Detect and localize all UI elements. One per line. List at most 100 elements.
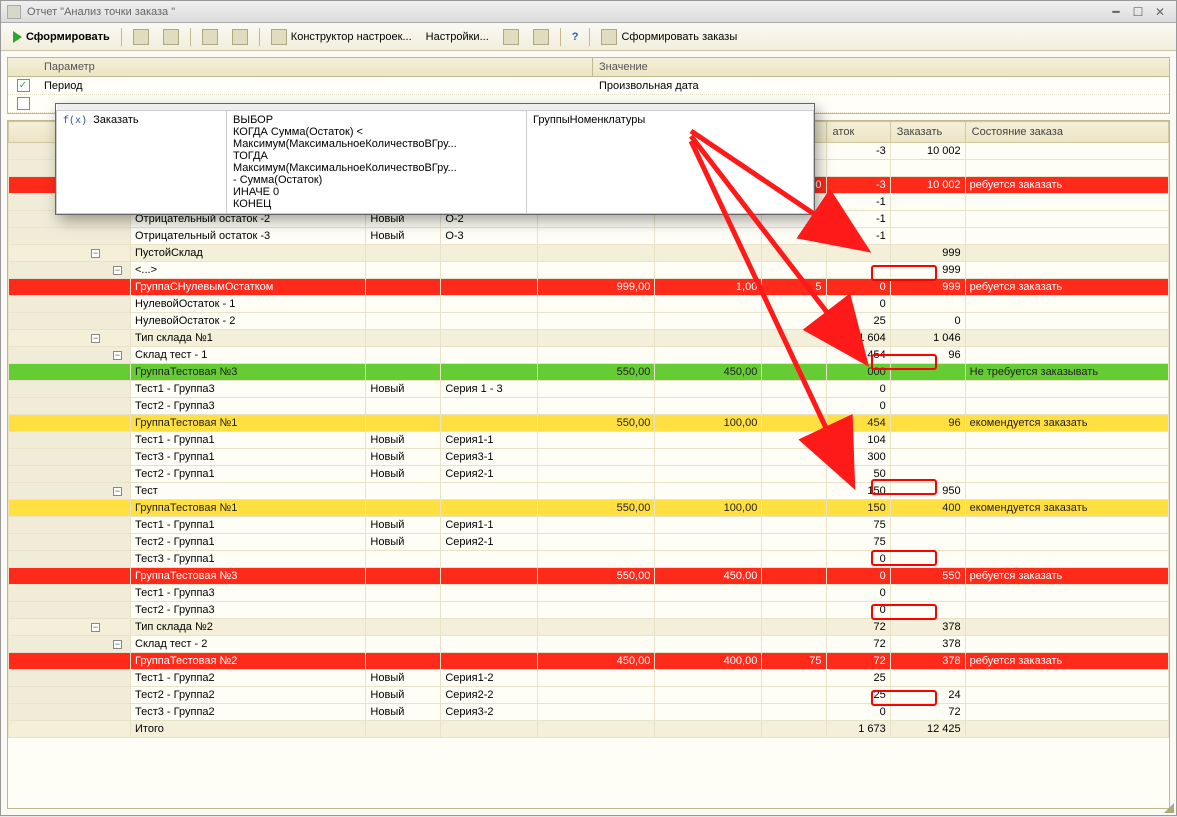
cell-zakazat: 999 [890,279,965,296]
table-row[interactable]: ГруппаТестовая №3550,00450,00000Не требу… [9,364,1169,381]
tb-icon-3[interactable] [196,27,224,47]
cell-v3 [762,517,826,534]
cell-ostatok: 0 [826,585,890,602]
cell-v3 [762,432,826,449]
table-row[interactable]: ГруппаТестовая №2450,00400,007572378ребу… [9,653,1169,670]
formula-popup: f(x) Заказать ВЫБОР КОГДА Сумма(Остаток)… [55,103,815,215]
table-row[interactable]: Тест1 - Группа3НовыйСерия 1 - 30 [9,381,1169,398]
cell-ser [441,721,537,738]
cell-ser: Серия1-2 [441,670,537,687]
cell-name: Отрицательный остаток -3 [131,228,366,245]
tree-toggle-icon[interactable]: − [91,249,100,258]
table-row[interactable]: Тест1 - Группа1НовыйСерия1-175 [9,517,1169,534]
cell-v2 [655,517,762,534]
table-row[interactable]: ГруппаТестовая №1550,00100,00150400екоме… [9,500,1169,517]
cell-v2: 400,00 [655,653,762,670]
settings-button[interactable]: Настройки... [420,29,495,45]
table-row[interactable]: −<...>999 [9,262,1169,279]
close-button[interactable]: ✕ [1150,4,1170,20]
table-row[interactable]: Тест2 - Группа2НовыйСерия2-22524 [9,687,1169,704]
cell-status: екомендуется заказать [965,415,1168,432]
tree-toggle-icon[interactable]: − [113,640,122,649]
table-row[interactable]: Тест2 - Группа30 [9,602,1169,619]
table-row[interactable]: Тест3 - Группа1НовыйСерия3-1300 [9,449,1169,466]
cell-ostatok: 0 [826,296,890,313]
cell-nov: Новый [366,687,441,704]
table-row[interactable]: ГруппаСНулевымОстатком999,001,0050999реб… [9,279,1169,296]
table-row[interactable]: Тест1 - Группа30 [9,585,1169,602]
table-row[interactable]: Тест1 - Группа1НовыйСерия1-1104 [9,432,1169,449]
param-row-period[interactable]: ✓ Период Произвольная дата [8,77,1169,95]
cell-zakazat: 12 425 [890,721,965,738]
table-row[interactable]: Итого1 67312 425 [9,721,1169,738]
table-row[interactable]: Тест1 - Группа2НовыйСерия1-225 [9,670,1169,687]
tree-toggle-icon[interactable]: − [113,487,122,496]
help-icon: ? [572,31,579,43]
cell-nov [366,568,441,585]
table-row[interactable]: НулевойОстаток - 2250 [9,313,1169,330]
tree-toggle-icon[interactable]: − [91,623,100,632]
report-body: аток Заказать Состояние заказа -310 002−… [7,120,1170,809]
table-row[interactable]: Тест3 - Группа10 [9,551,1169,568]
cell-zakazat: 10 002 [890,143,965,160]
cell-ser [441,619,537,636]
cell-v1 [537,721,655,738]
table-row[interactable]: НулевойОстаток - 10 [9,296,1169,313]
form-button-label: Сформировать [26,31,110,43]
tb-icon-1[interactable] [127,27,155,47]
col-state[interactable]: Состояние заказа [965,122,1168,143]
minimize-button[interactable]: ━ [1106,4,1126,20]
table-row[interactable]: −ПустойСклад999 [9,245,1169,262]
tree-toggle-icon[interactable]: − [91,334,100,343]
cell-status [965,721,1168,738]
constructor-label: Конструктор настроек... [291,31,412,43]
cell-nov [366,636,441,653]
cell-ser: Серия1-1 [441,432,537,449]
table-row[interactable]: Тест2 - Группа1НовыйСерия2-150 [9,466,1169,483]
resize-handle-icon[interactable] [1158,797,1176,815]
cell-ostatok: 000 [826,364,890,381]
cell-v3: 5 [762,279,826,296]
tb-icon-5[interactable] [497,27,525,47]
checkbox-icon[interactable] [17,97,30,110]
col-ostatok[interactable]: аток [826,122,890,143]
table-row[interactable]: −Тип склада №11 6041 046 [9,330,1169,347]
table-row[interactable]: ГруппаТестовая №3550,00450,000550ребуетс… [9,568,1169,585]
cell-zakazat [890,160,965,177]
col-zakazat[interactable]: Заказать [890,122,965,143]
table-row[interactable]: −Склад тест - 11 45496 [9,347,1169,364]
tb-icon-4[interactable] [226,27,254,47]
help-button[interactable]: ? [566,29,585,45]
tree-toggle-icon[interactable]: − [113,351,122,360]
cell-ser [441,483,537,500]
tb-icon-2[interactable] [157,27,185,47]
cell-name: Тест3 - Группа1 [131,551,366,568]
cell-zakazat [890,602,965,619]
cell-name: НулевойОстаток - 2 [131,313,366,330]
toolbar: Сформировать Конструктор настроек... Нас… [1,23,1176,51]
tree-toggle-icon[interactable]: − [113,266,122,275]
table-row[interactable]: −Тест150950 [9,483,1169,500]
cell-ser [441,551,537,568]
cell-ser: Серия2-1 [441,466,537,483]
checkbox-checked-icon[interactable]: ✓ [17,79,30,92]
table-row[interactable]: Тест3 - Группа2НовыйСерия3-2072 [9,704,1169,721]
cell-ostatok: 300 [826,449,890,466]
tb-icon-6[interactable] [527,27,555,47]
table-row[interactable]: Тест2 - Группа30 [9,398,1169,415]
cell-ostatok: 0 [826,398,890,415]
cell-ostatok: 0 [826,568,890,585]
separator [589,28,590,46]
cell-zakazat [890,381,965,398]
maximize-button[interactable]: ☐ [1128,4,1148,20]
constructor-button[interactable]: Конструктор настроек... [265,27,418,47]
form-button[interactable]: Сформировать [7,29,116,45]
table-row[interactable]: Тест2 - Группа1НовыйСерия2-175 [9,534,1169,551]
table-row[interactable]: −Тип склада №272378 [9,619,1169,636]
cell-ser [441,568,537,585]
form-orders-button[interactable]: Сформировать заказы [595,27,743,47]
table-row[interactable]: −Склад тест - 272378 [9,636,1169,653]
table-row[interactable]: ГруппаТестовая №1550,00100,0045496екомен… [9,415,1169,432]
table-row[interactable]: Отрицательный остаток -3НовыйО-3-1 [9,228,1169,245]
grid-scroll[interactable]: аток Заказать Состояние заказа -310 002−… [8,121,1169,808]
